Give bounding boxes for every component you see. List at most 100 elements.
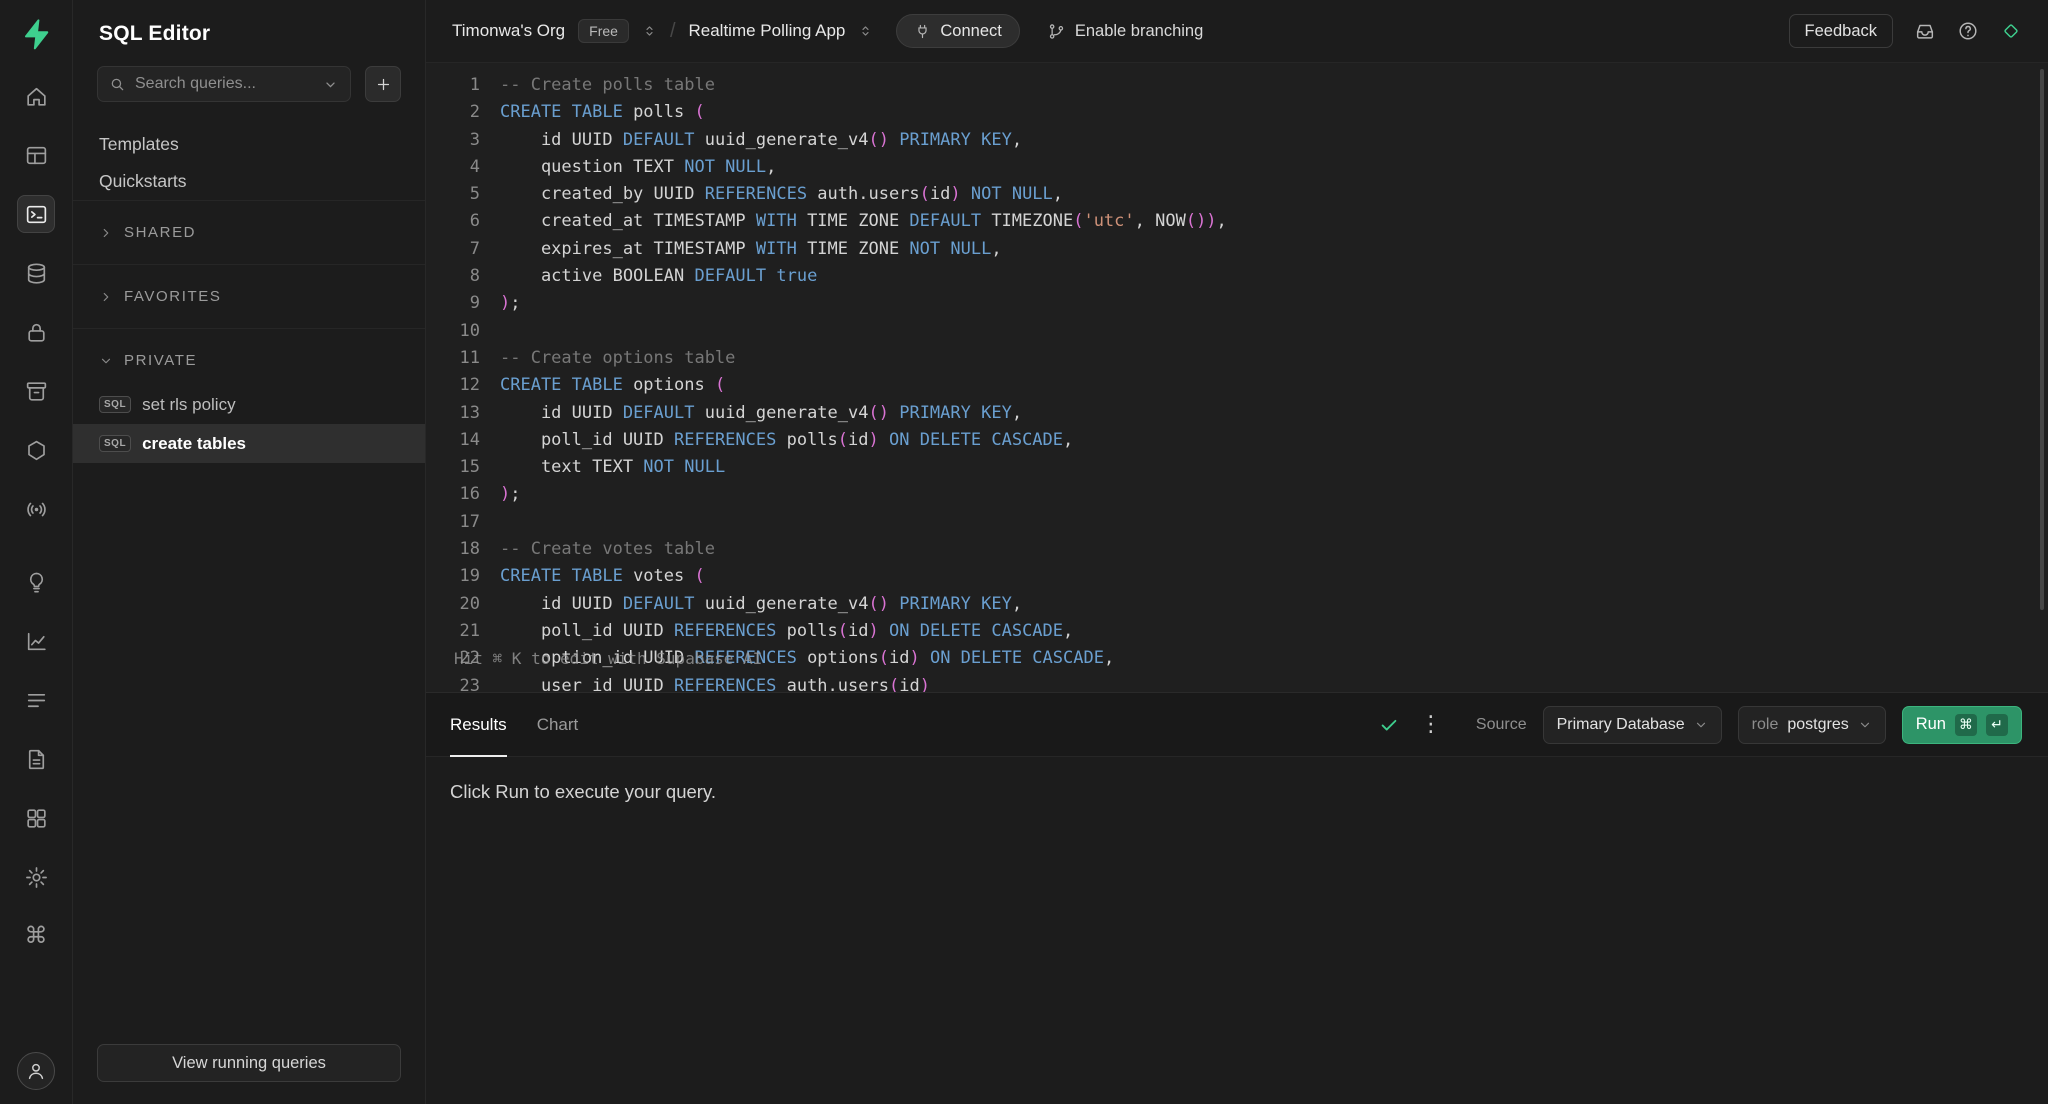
query-item-label: set rls policy — [142, 395, 236, 415]
top-bar: Timonwa's Org Free / Realtime Polling Ap… — [426, 0, 2048, 63]
queries-sidebar: SQL Editor Search queries... Templates Q… — [73, 0, 426, 1104]
search-queries-input[interactable]: Search queries... — [97, 66, 351, 102]
query-valid-check-icon — [1378, 714, 1400, 736]
sql-editor-icon[interactable] — [17, 195, 55, 233]
connect-label: Connect — [940, 22, 1001, 41]
code-line: 7 expires_at TIMESTAMP WITH TIME ZONE NO… — [426, 236, 2048, 263]
project-selector-icon[interactable] — [858, 21, 873, 41]
storage-icon[interactable] — [17, 372, 55, 410]
main-area: Timonwa's Org Free / Realtime Polling Ap… — [426, 0, 2048, 1104]
query-item-set-rls-policy[interactable]: SQL set rls policy — [73, 385, 425, 424]
code-line: 23 user_id UUID REFERENCES auth.users(id… — [426, 673, 2048, 692]
section-private-label: PRIVATE — [124, 352, 197, 369]
user-avatar[interactable] — [17, 1052, 55, 1090]
editor-scrollbar[interactable] — [2036, 63, 2048, 692]
section-favorites-label: FAVORITES — [124, 288, 221, 305]
scrollbar-thumb[interactable] — [2040, 69, 2044, 610]
run-button[interactable]: Run ⌘ ↵ — [1902, 706, 2022, 744]
code-line: 2CREATE TABLE polls ( — [426, 99, 2048, 126]
section-shared[interactable]: SHARED — [73, 200, 425, 264]
query-item-create-tables[interactable]: SQL create tables — [73, 424, 425, 463]
help-icon[interactable] — [1957, 20, 1979, 42]
code-line: 4 question TEXT NOT NULL, — [426, 154, 2048, 181]
code-line: 13 id UUID DEFAULT uuid_generate_v4() PR… — [426, 400, 2048, 427]
results-empty-message: Click Run to execute your query. — [450, 781, 2024, 803]
plan-badge: Free — [578, 19, 629, 43]
code-line: 6 created_at TIMESTAMP WITH TIME ZONE DE… — [426, 208, 2048, 235]
results-tabs: Results Chart — [450, 693, 578, 756]
top-bar-right: Feedback — [1789, 14, 2022, 48]
code-line: 14 poll_id UUID REFERENCES polls(id) ON … — [426, 427, 2048, 454]
search-icon — [109, 76, 126, 93]
chevron-down-icon — [99, 354, 113, 368]
more-options-button[interactable]: ⋮ — [1416, 714, 1446, 736]
code-line: 17 — [426, 509, 2048, 536]
source-label: Source — [1476, 716, 1527, 734]
settings-gear-icon[interactable] — [17, 858, 55, 896]
connect-button[interactable]: Connect — [896, 14, 1019, 48]
database-select-value: Primary Database — [1557, 716, 1685, 734]
chevron-right-icon — [99, 226, 113, 240]
chevron-down-icon — [1694, 718, 1708, 732]
sql-code-editor[interactable]: 1-- Create polls table2CREATE TABLE poll… — [426, 63, 2048, 692]
role-select[interactable]: role postgres — [1738, 706, 1886, 744]
feedback-button[interactable]: Feedback — [1789, 14, 1893, 48]
project-breadcrumb[interactable]: Realtime Polling App — [689, 21, 846, 41]
edge-functions-icon[interactable] — [17, 431, 55, 469]
chevron-right-icon — [99, 290, 113, 304]
database-select[interactable]: Primary Database — [1543, 706, 1722, 744]
reports-icon[interactable] — [17, 622, 55, 660]
app-window: ⌘ SQL Editor Search queries... Templates… — [0, 0, 2048, 1104]
integrations-icon[interactable] — [17, 799, 55, 837]
section-favorites[interactable]: FAVORITES — [73, 264, 425, 328]
code-line: 1-- Create polls table — [426, 72, 2048, 99]
table-editor-icon[interactable] — [17, 136, 55, 174]
code-line: 11-- Create options table — [426, 345, 2048, 372]
code-line: 5 created_by UUID REFERENCES auth.users(… — [426, 181, 2048, 208]
sidebar-item-templates[interactable]: Templates — [73, 126, 425, 163]
git-branch-icon — [1047, 22, 1066, 41]
results-body: Click Run to execute your query. — [426, 757, 2048, 827]
section-private[interactable]: PRIVATE — [73, 328, 425, 385]
logs-icon[interactable] — [17, 681, 55, 719]
org-selector-icon[interactable] — [642, 21, 657, 41]
sidebar-item-quickstarts[interactable]: Quickstarts — [73, 163, 425, 200]
sql-badge: SQL — [99, 435, 131, 452]
auth-lock-icon[interactable] — [17, 313, 55, 351]
new-query-button[interactable] — [365, 66, 401, 102]
command-menu-icon[interactable]: ⌘ — [17, 917, 55, 955]
enable-branching-label: Enable branching — [1075, 22, 1203, 41]
sidebar-links: Templates Quickstarts — [73, 126, 425, 200]
database-icon[interactable] — [17, 254, 55, 292]
inbox-icon[interactable] — [1914, 20, 1936, 42]
ai-assistant-icon[interactable] — [2000, 20, 2022, 42]
results-toolbar: Results Chart ⋮ Source Primary Database … — [426, 693, 2048, 757]
view-running-queries-button[interactable]: View running queries — [97, 1044, 401, 1082]
code-line: 10 — [426, 318, 2048, 345]
enable-branching-button[interactable]: Enable branching — [1047, 22, 1203, 41]
code-line: 15 text TEXT NOT NULL — [426, 454, 2048, 481]
chevron-down-icon — [1858, 718, 1872, 732]
supabase-logo-icon[interactable] — [17, 15, 55, 53]
code-line: 3 id UUID DEFAULT uuid_generate_v4() PRI… — [426, 127, 2048, 154]
tab-results[interactable]: Results — [450, 693, 507, 756]
realtime-icon[interactable] — [17, 490, 55, 528]
code-line: 20 id UUID DEFAULT uuid_generate_v4() PR… — [426, 591, 2048, 618]
code-line: 18-- Create votes table — [426, 536, 2048, 563]
code-line: 16); — [426, 481, 2048, 508]
code-line: 19CREATE TABLE votes ( — [426, 563, 2048, 590]
advisors-icon[interactable] — [17, 563, 55, 601]
org-breadcrumb[interactable]: Timonwa's Org — [452, 21, 565, 41]
page-title: SQL Editor — [73, 0, 425, 66]
query-item-label: create tables — [142, 434, 246, 454]
plug-icon — [914, 23, 931, 40]
role-select-label: role — [1752, 716, 1779, 734]
plus-icon — [375, 76, 392, 93]
code-line: 8 active BOOLEAN DEFAULT true — [426, 263, 2048, 290]
results-panel: Results Chart ⋮ Source Primary Database … — [426, 692, 2048, 1104]
chevron-down-icon — [322, 76, 339, 93]
tab-chart[interactable]: Chart — [537, 693, 579, 756]
home-icon[interactable] — [17, 77, 55, 115]
breadcrumb-divider: / — [670, 20, 676, 43]
api-docs-icon[interactable] — [17, 740, 55, 778]
